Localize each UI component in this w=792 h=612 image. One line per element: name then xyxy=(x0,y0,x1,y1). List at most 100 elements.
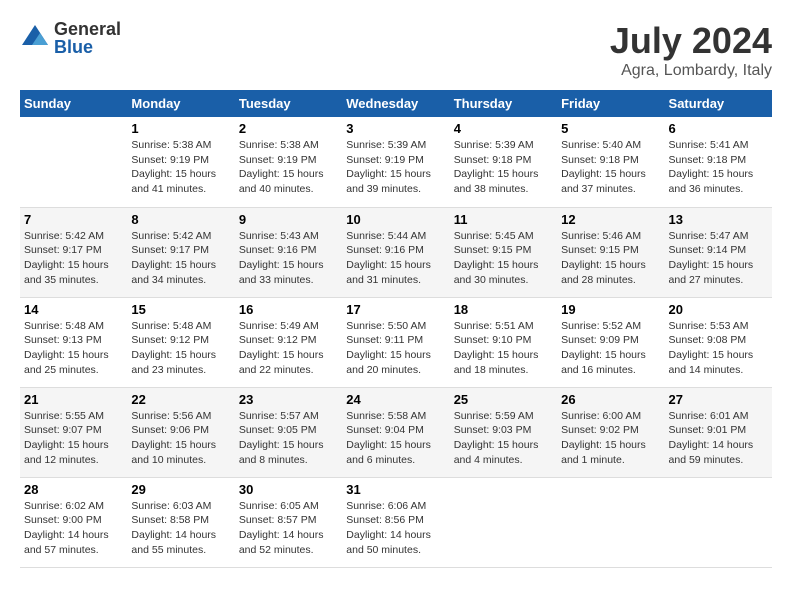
day-info: Sunrise: 5:50 AMSunset: 9:11 PMDaylight:… xyxy=(346,319,445,378)
calendar-cell xyxy=(20,117,127,207)
header-row: SundayMondayTuesdayWednesdayThursdayFrid… xyxy=(20,90,772,117)
day-info: Sunrise: 5:51 AMSunset: 9:10 PMDaylight:… xyxy=(454,319,553,378)
day-number: 24 xyxy=(346,392,445,407)
calendar-cell: 17 Sunrise: 5:50 AMSunset: 9:11 PMDayligh… xyxy=(342,297,449,387)
day-info: Sunrise: 5:46 AMSunset: 9:15 PMDaylight:… xyxy=(561,229,660,288)
calendar-cell: 9Sunrise: 5:43 AMSunset: 9:16 PMDaylight… xyxy=(235,207,342,297)
day-number: 27 xyxy=(669,392,768,407)
day-info: Sunrise: 5:39 AMSunset: 9:19 PMDaylight:… xyxy=(346,138,445,197)
day-info: Sunrise: 5:53 AMSunset: 9:08 PMDaylight:… xyxy=(669,319,768,378)
calendar-cell: 14Sunrise: 5:48 AMSunset: 9:13 PMDayligh… xyxy=(20,297,127,387)
day-info: Sunrise: 5:43 AMSunset: 9:16 PMDaylight:… xyxy=(239,229,338,288)
day-number: 11 xyxy=(454,212,553,227)
day-number: 4 xyxy=(454,121,553,136)
day-info: Sunrise: 5:52 AMSunset: 9:09 PMDaylight:… xyxy=(561,319,660,378)
calendar-cell: 2 Sunrise: 5:38 AMSunset: 9:19 PMDaylight… xyxy=(235,117,342,207)
day-info: Sunrise: 5:57 AMSunset: 9:05 PMDaylight:… xyxy=(239,409,338,468)
month-title: July 2024 xyxy=(610,20,772,62)
day-number: 1 xyxy=(131,121,230,136)
logo: General Blue xyxy=(20,20,121,56)
calendar-cell: 3 Sunrise: 5:39 AMSunset: 9:19 PMDaylight… xyxy=(342,117,449,207)
calendar-cell: 12 Sunrise: 5:46 AMSunset: 9:15 PMDayligh… xyxy=(557,207,664,297)
day-info: Sunrise: 5:55 AMSunset: 9:07 PMDaylight:… xyxy=(24,409,123,468)
day-number: 30 xyxy=(239,482,338,497)
calendar-cell xyxy=(665,477,772,567)
day-number: 31 xyxy=(346,482,445,497)
header-tuesday: Tuesday xyxy=(235,90,342,117)
location-title: Agra, Lombardy, Italy xyxy=(610,62,772,80)
header-thursday: Thursday xyxy=(450,90,557,117)
day-number: 3 xyxy=(346,121,445,136)
day-info: Sunrise: 5:56 AMSunset: 9:06 PMDaylight:… xyxy=(131,409,230,468)
day-number: 19 xyxy=(561,302,660,317)
day-number: 29 xyxy=(131,482,230,497)
calendar-cell: 25 Sunrise: 5:59 AMSunset: 9:03 PMDayligh… xyxy=(450,387,557,477)
calendar-cell: 19 Sunrise: 5:52 AMSunset: 9:09 PMDayligh… xyxy=(557,297,664,387)
header-monday: Monday xyxy=(127,90,234,117)
title-area: July 2024 Agra, Lombardy, Italy xyxy=(610,20,772,80)
day-number: 18 xyxy=(454,302,553,317)
day-info: Sunrise: 5:49 AMSunset: 9:12 PMDaylight:… xyxy=(239,319,338,378)
calendar-cell: 31 Sunrise: 6:06 AMSunset: 8:56 PMDayligh… xyxy=(342,477,449,567)
calendar-cell: 27 Sunrise: 6:01 AMSunset: 9:01 PMDayligh… xyxy=(665,387,772,477)
day-number: 15 xyxy=(131,302,230,317)
calendar-cell: 22Sunrise: 5:56 AMSunset: 9:06 PMDayligh… xyxy=(127,387,234,477)
logo-general: General xyxy=(54,20,121,38)
calendar-cell: 20 Sunrise: 5:53 AMSunset: 9:08 PMDayligh… xyxy=(665,297,772,387)
week-row-4: 21Sunrise: 5:55 AMSunset: 9:07 PMDayligh… xyxy=(20,387,772,477)
day-info: Sunrise: 5:39 AMSunset: 9:18 PMDaylight:… xyxy=(454,138,553,197)
day-number: 26 xyxy=(561,392,660,407)
day-info: Sunrise: 5:59 AMSunset: 9:03 PMDaylight:… xyxy=(454,409,553,468)
header: General Blue July 2024 Agra, Lombardy, I… xyxy=(20,20,772,80)
day-info: Sunrise: 5:38 AMSunset: 9:19 PMDaylight:… xyxy=(239,138,338,197)
day-number: 25 xyxy=(454,392,553,407)
day-number: 28 xyxy=(24,482,123,497)
calendar-cell: 30Sunrise: 6:05 AMSunset: 8:57 PMDayligh… xyxy=(235,477,342,567)
calendar-cell: 16 Sunrise: 5:49 AMSunset: 9:12 PMDayligh… xyxy=(235,297,342,387)
calendar-cell: 15Sunrise: 5:48 AMSunset: 9:12 PMDayligh… xyxy=(127,297,234,387)
logo-text: General Blue xyxy=(54,20,121,56)
calendar-cell: 13 Sunrise: 5:47 AMSunset: 9:14 PMDayligh… xyxy=(665,207,772,297)
day-info: Sunrise: 6:02 AMSunset: 9:00 PMDaylight:… xyxy=(24,499,123,558)
calendar-cell: 1 Sunrise: 5:38 AMSunset: 9:19 PMDaylight… xyxy=(127,117,234,207)
day-number: 10 xyxy=(346,212,445,227)
header-wednesday: Wednesday xyxy=(342,90,449,117)
day-info: Sunrise: 6:06 AMSunset: 8:56 PMDaylight:… xyxy=(346,499,445,558)
day-info: Sunrise: 5:42 AMSunset: 9:17 PMDaylight:… xyxy=(131,229,230,288)
calendar-cell xyxy=(450,477,557,567)
day-info: Sunrise: 6:03 AMSunset: 8:58 PMDaylight:… xyxy=(131,499,230,558)
day-info: Sunrise: 5:44 AMSunset: 9:16 PMDaylight:… xyxy=(346,229,445,288)
day-number: 16 xyxy=(239,302,338,317)
day-number: 6 xyxy=(669,121,768,136)
week-row-5: 28 Sunrise: 6:02 AMSunset: 9:00 PMDayligh… xyxy=(20,477,772,567)
day-number: 7 xyxy=(24,212,123,227)
day-number: 23 xyxy=(239,392,338,407)
day-info: Sunrise: 5:38 AMSunset: 9:19 PMDaylight:… xyxy=(131,138,230,197)
calendar-header: SundayMondayTuesdayWednesdayThursdayFrid… xyxy=(20,90,772,117)
day-info: Sunrise: 5:47 AMSunset: 9:14 PMDaylight:… xyxy=(669,229,768,288)
day-number: 2 xyxy=(239,121,338,136)
week-row-3: 14Sunrise: 5:48 AMSunset: 9:13 PMDayligh… xyxy=(20,297,772,387)
logo-blue: Blue xyxy=(54,38,121,56)
header-saturday: Saturday xyxy=(665,90,772,117)
calendar-cell xyxy=(557,477,664,567)
calendar-cell: 5Sunrise: 5:40 AMSunset: 9:18 PMDaylight… xyxy=(557,117,664,207)
day-info: Sunrise: 5:48 AMSunset: 9:13 PMDaylight:… xyxy=(24,319,123,378)
day-number: 17 xyxy=(346,302,445,317)
header-friday: Friday xyxy=(557,90,664,117)
calendar-cell: 6Sunrise: 5:41 AMSunset: 9:18 PMDaylight… xyxy=(665,117,772,207)
calendar-cell: 26Sunrise: 6:00 AMSunset: 9:02 PMDayligh… xyxy=(557,387,664,477)
calendar-cell: 11Sunrise: 5:45 AMSunset: 9:15 PMDayligh… xyxy=(450,207,557,297)
calendar-cell: 8Sunrise: 5:42 AMSunset: 9:17 PMDaylight… xyxy=(127,207,234,297)
day-info: Sunrise: 6:01 AMSunset: 9:01 PMDaylight:… xyxy=(669,409,768,468)
day-number: 13 xyxy=(669,212,768,227)
day-info: Sunrise: 5:40 AMSunset: 9:18 PMDaylight:… xyxy=(561,138,660,197)
calendar-cell: 21Sunrise: 5:55 AMSunset: 9:07 PMDayligh… xyxy=(20,387,127,477)
day-number: 12 xyxy=(561,212,660,227)
calendar-cell: 7Sunrise: 5:42 AMSunset: 9:17 PMDaylight… xyxy=(20,207,127,297)
day-info: Sunrise: 5:58 AMSunset: 9:04 PMDaylight:… xyxy=(346,409,445,468)
day-number: 20 xyxy=(669,302,768,317)
calendar-cell: 24 Sunrise: 5:58 AMSunset: 9:04 PMDayligh… xyxy=(342,387,449,477)
header-sunday: Sunday xyxy=(20,90,127,117)
calendar-body: 1 Sunrise: 5:38 AMSunset: 9:19 PMDaylight… xyxy=(20,117,772,567)
